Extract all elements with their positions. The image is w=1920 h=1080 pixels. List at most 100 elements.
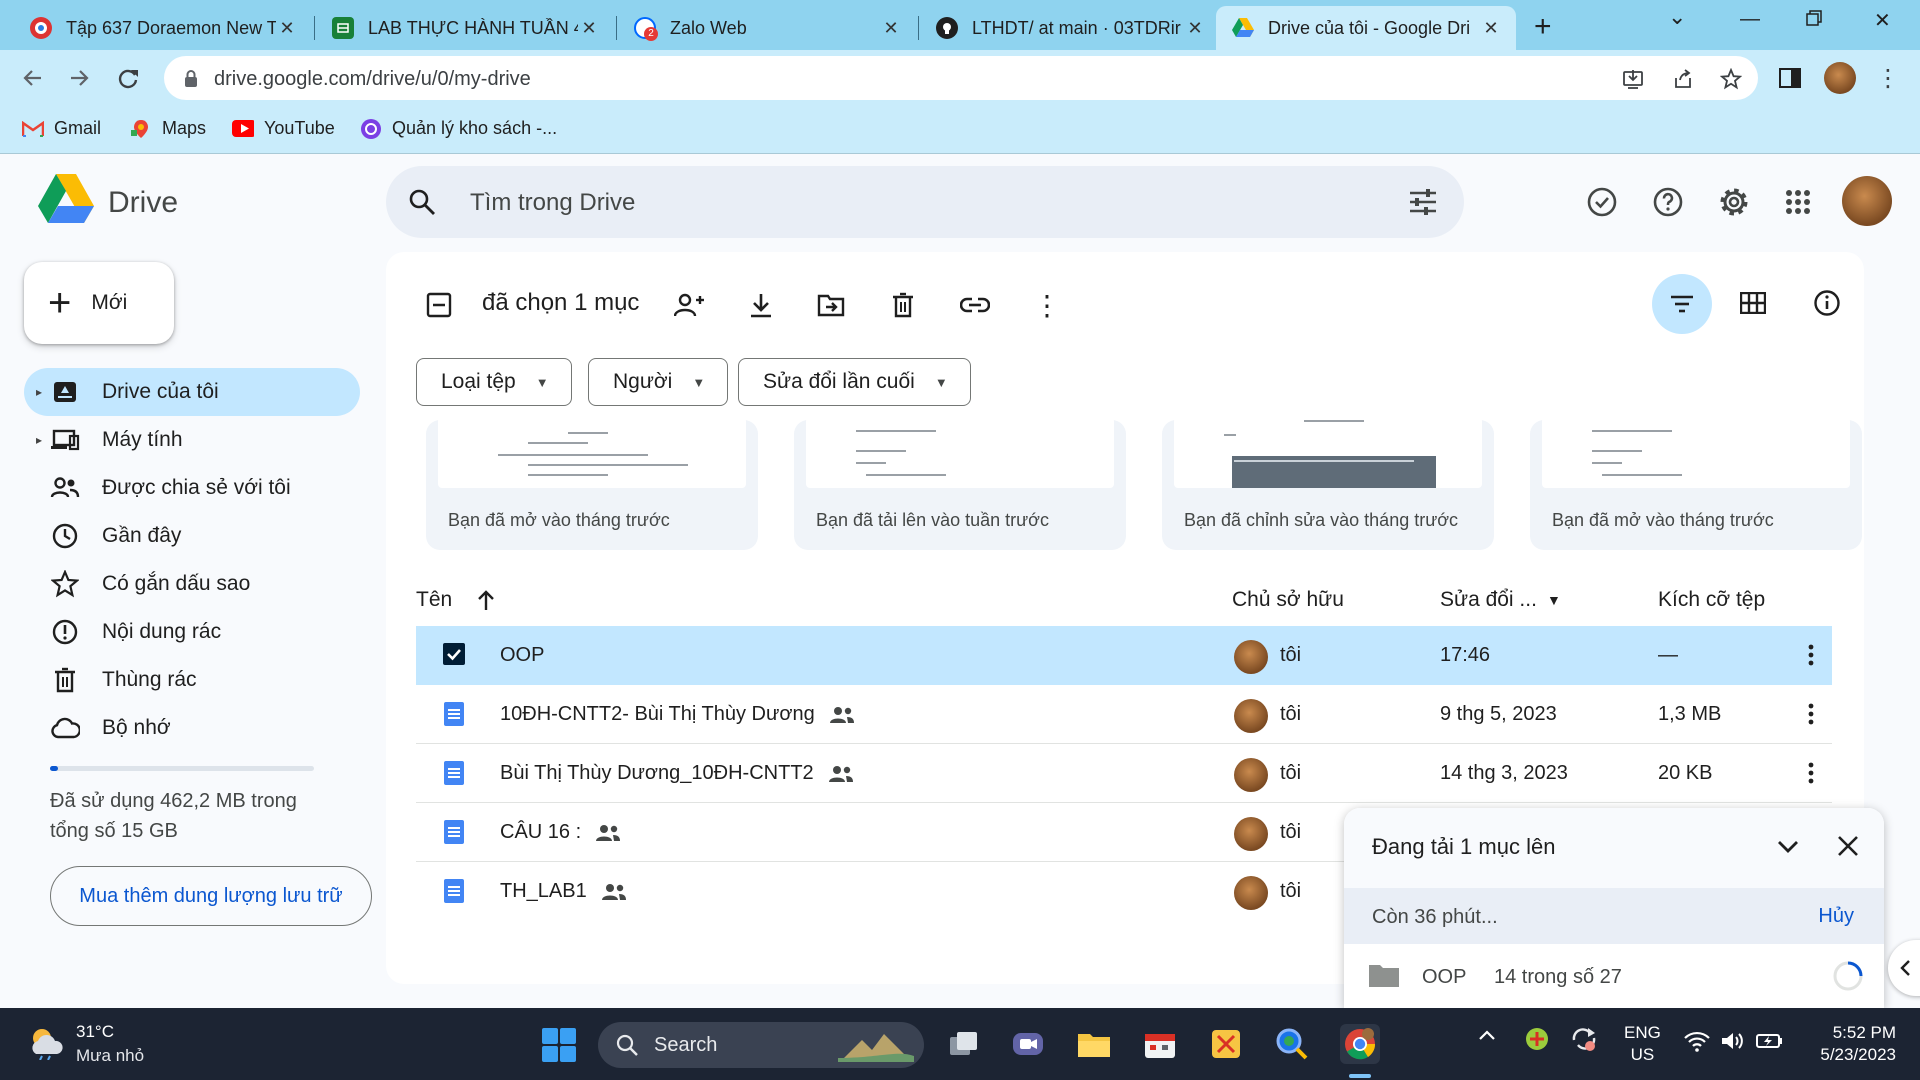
suggested-file-card[interactable]: Bạn đã tải lên vào tuần trước: [794, 420, 1126, 550]
side-panel-collapse-button[interactable]: [1888, 940, 1920, 996]
weather-rain-icon[interactable]: [28, 1026, 66, 1060]
row-more-actions-icon[interactable]: [1796, 758, 1826, 788]
bookmark-youtube[interactable]: YouTube: [232, 118, 335, 139]
close-tab-icon[interactable]: ✕: [1480, 18, 1502, 39]
nav-item-starred[interactable]: Có gắn dấu sao: [24, 560, 360, 608]
profile-avatar[interactable]: [1824, 62, 1856, 94]
delete-trash-icon[interactable]: [886, 288, 920, 322]
expand-caret-icon[interactable]: ▸: [36, 433, 42, 447]
nav-item-storage[interactable]: Bộ nhớ: [24, 704, 360, 752]
selected-checkbox-icon[interactable]: [442, 642, 468, 668]
weather-description[interactable]: Mưa nhỏ: [76, 1046, 144, 1066]
details-info-icon[interactable]: [1810, 286, 1844, 320]
column-modified[interactable]: Sửa đổi ... ▼: [1440, 588, 1561, 612]
share-person-add-icon[interactable]: [672, 288, 706, 322]
file-row[interactable]: Bùi Thị Thùy Dương_10ĐH-CNTT2 tôi 14 thg…: [416, 744, 1832, 803]
sort-ascending-arrow-icon[interactable]: [476, 589, 496, 611]
browser-menu-icon[interactable]: ⋮: [1874, 64, 1902, 92]
row-more-actions-icon[interactable]: [1796, 640, 1826, 670]
new-button[interactable]: + Mới: [24, 262, 174, 344]
install-app-icon[interactable]: [1622, 68, 1644, 90]
upload-cancel-button[interactable]: Hủy: [1818, 905, 1854, 928]
browser-tab[interactable]: Tập 637 Doraemon New T ✕: [14, 6, 312, 50]
grid-view-icon[interactable]: [1736, 286, 1770, 320]
copy-link-icon[interactable]: [958, 288, 992, 322]
column-size[interactable]: Kích cỡ tệp: [1658, 588, 1765, 612]
close-tab-icon[interactable]: ✕: [1184, 18, 1206, 39]
chrome-taskbar-icon[interactable]: [1340, 1024, 1380, 1064]
green-app-tray-icon[interactable]: [1524, 1026, 1550, 1052]
suggested-file-card[interactable]: Bạn đã mở vào tháng trước: [426, 420, 758, 550]
move-to-folder-icon[interactable]: [814, 288, 848, 322]
row-more-actions-icon[interactable]: [1796, 699, 1826, 729]
search-icon[interactable]: [408, 188, 436, 216]
file-explorer-icon[interactable]: [1074, 1024, 1114, 1064]
browser-tab[interactable]: LAB THỰC HÀNH TUẦN 4 ✕: [316, 6, 614, 50]
browser-tab-active[interactable]: Drive của tôi - Google Dri ✕: [1216, 6, 1516, 50]
drive-logo-icon[interactable]: [38, 174, 94, 224]
google-apps-icon[interactable]: [1778, 182, 1818, 222]
nav-item-trash[interactable]: Thùng rác: [24, 656, 360, 704]
restore-icon[interactable]: [1806, 10, 1822, 26]
task-view-icon[interactable]: [944, 1024, 984, 1064]
expand-caret-icon[interactable]: ▸: [36, 385, 42, 399]
taskbar-search-box[interactable]: Search: [598, 1022, 924, 1068]
sort-dropdown-icon[interactable]: ▼: [1547, 592, 1561, 608]
deselect-all-icon[interactable]: [426, 292, 452, 318]
omnibox[interactable]: drive.google.com/drive/u/0/my-drive: [164, 56, 1758, 100]
file-row[interactable]: 10ĐH-CNTT2- Bùi Thị Thùy Dương tôi 9 thg…: [416, 685, 1832, 744]
download-icon[interactable]: [744, 288, 778, 322]
share-icon[interactable]: [1672, 68, 1694, 90]
tab-search-icon[interactable]: ⌄: [1668, 4, 1686, 30]
close-tab-icon[interactable]: ✕: [880, 18, 902, 39]
magnifier-app-icon[interactable]: [1272, 1024, 1312, 1064]
browser-tab[interactable]: LTHDT/ at main · 03TDRir ✕: [920, 6, 1220, 50]
volume-icon[interactable]: [1720, 1030, 1744, 1052]
close-panel-icon[interactable]: [1836, 834, 1860, 858]
minimize-icon[interactable]: —: [1740, 8, 1760, 31]
suggested-file-card[interactable]: Bạn đã chỉnh sửa vào tháng trước: [1162, 420, 1494, 550]
browser-tab[interactable]: 2 Zalo Web ✕: [618, 6, 916, 50]
reload-icon[interactable]: [114, 64, 142, 92]
column-owner[interactable]: Chủ sở hữu: [1232, 588, 1344, 612]
bookmark-gmail[interactable]: Gmail: [22, 118, 101, 139]
collapse-panel-chevron-icon[interactable]: [1776, 834, 1800, 858]
account-avatar[interactable]: [1842, 176, 1892, 226]
bookmark-maps[interactable]: Maps: [130, 118, 206, 139]
forward-icon[interactable]: [66, 64, 94, 92]
column-name[interactable]: Tên: [416, 588, 496, 612]
filter-toggle-button[interactable]: [1652, 274, 1712, 334]
bookmark-quan-ly-kho-sach[interactable]: Quản lý kho sách -...: [360, 118, 557, 139]
filter-chip-last-modified[interactable]: Sửa đổi lần cuối ▼: [738, 358, 971, 406]
input-language-indicator[interactable]: ENG US: [1624, 1022, 1661, 1066]
filter-chip-file-type[interactable]: Loại tệp ▼: [416, 358, 572, 406]
drive-search-box[interactable]: Tìm trong Drive: [386, 166, 1464, 238]
windows-start-button[interactable]: [542, 1028, 576, 1062]
close-tab-icon[interactable]: ✕: [578, 18, 600, 39]
search-input[interactable]: Tìm trong Drive: [470, 189, 635, 217]
file-row[interactable]: OOP tôi 17:46 —: [416, 626, 1832, 685]
sync-tray-icon[interactable]: [1570, 1026, 1598, 1052]
weather-temperature[interactable]: 31°C: [76, 1022, 114, 1042]
nav-item-computers[interactable]: ▸ Máy tính: [24, 416, 360, 464]
lock-icon[interactable]: [184, 70, 198, 88]
new-tab-button[interactable]: +: [1534, 10, 1552, 44]
snipping-tool-icon[interactable]: [1206, 1024, 1246, 1064]
show-hidden-icons-chevron-icon[interactable]: [1478, 1028, 1496, 1042]
more-actions-icon[interactable]: ⋮: [1030, 288, 1064, 322]
suggested-file-card[interactable]: Bạn đã mở vào tháng trước: [1530, 420, 1862, 550]
close-window-icon[interactable]: ✕: [1874, 8, 1891, 33]
battery-charging-icon[interactable]: [1756, 1032, 1784, 1050]
side-panel-icon[interactable]: [1776, 64, 1804, 92]
search-options-icon[interactable]: [1408, 188, 1438, 216]
app-title[interactable]: Drive: [108, 186, 178, 220]
buy-storage-button[interactable]: Mua thêm dung lượng lưu trữ: [50, 866, 372, 926]
url-text[interactable]: drive.google.com/drive/u/0/my-drive: [214, 68, 531, 91]
settings-gear-icon[interactable]: [1714, 182, 1754, 222]
help-icon[interactable]: [1648, 182, 1688, 222]
bookmark-star-icon[interactable]: [1720, 68, 1742, 90]
teams-chat-icon[interactable]: [1008, 1024, 1048, 1064]
nav-item-shared-with-me[interactable]: Được chia sẻ với tôi: [24, 464, 360, 512]
close-tab-icon[interactable]: ✕: [276, 18, 298, 39]
wifi-icon[interactable]: [1684, 1030, 1710, 1052]
